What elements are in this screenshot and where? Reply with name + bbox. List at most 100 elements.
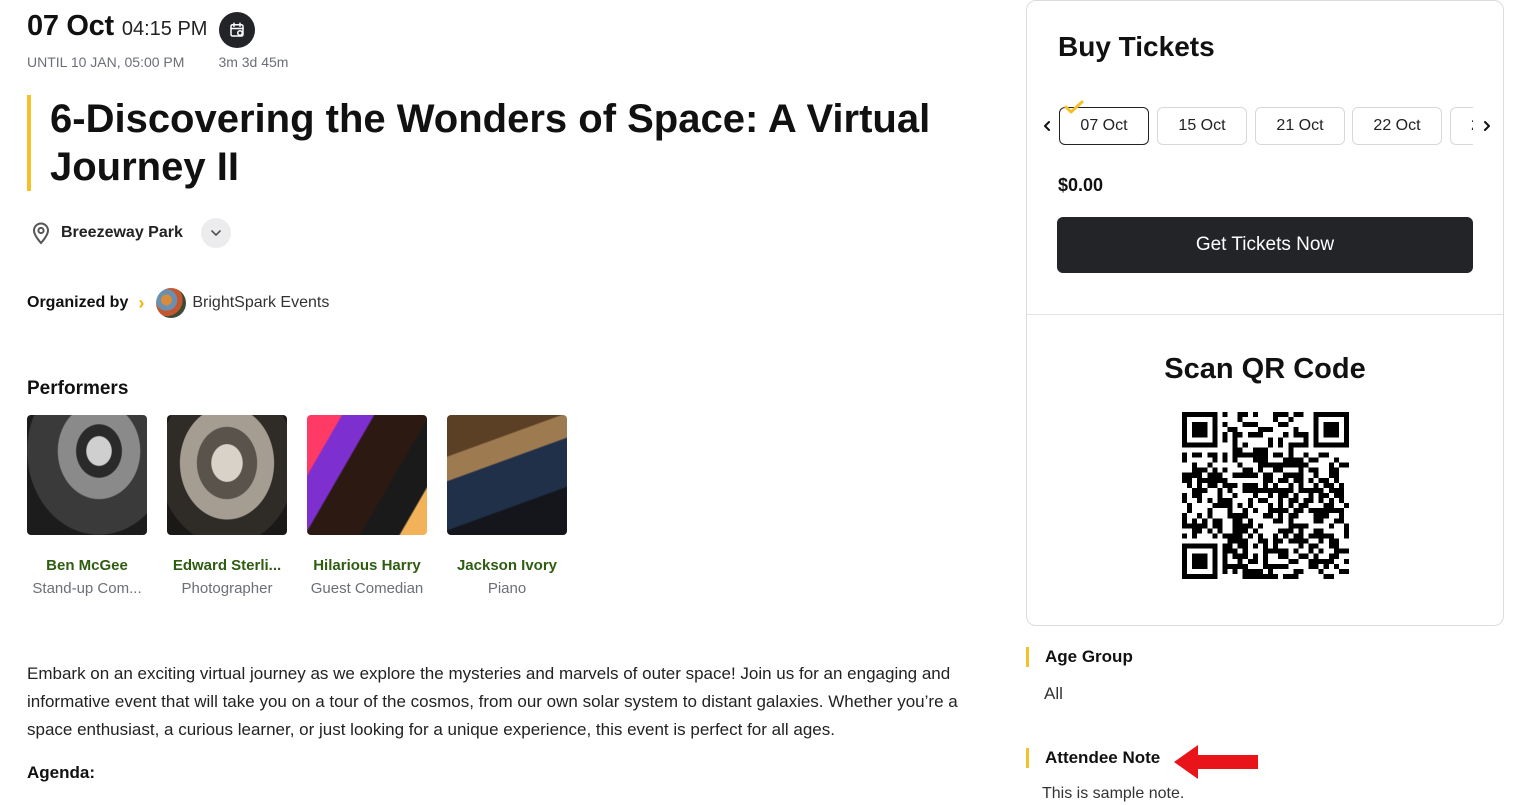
qr-module [1237, 472, 1243, 478]
qr-module [1252, 472, 1258, 478]
qr-module [1222, 558, 1228, 564]
qr-module [1283, 492, 1289, 499]
qr-module [1262, 477, 1269, 483]
qr-module [1308, 548, 1314, 554]
qr-module [1262, 513, 1269, 519]
qr-module [1247, 452, 1253, 458]
qr-module [1242, 452, 1248, 458]
chevron-down-icon [211, 230, 221, 236]
venue-name[interactable]: Breezeway Park [61, 224, 183, 242]
qr-module [1343, 503, 1349, 509]
performer-card[interactable]: Jackson Ivory Piano [447, 415, 567, 597]
event-title-block: 6-Discovering the Wonders of Space: A Vi… [27, 95, 977, 191]
qr-module [1187, 477, 1193, 483]
qr-module [1242, 573, 1248, 579]
qr-module [1313, 437, 1319, 443]
qr-module [1237, 447, 1243, 453]
qr-module [1257, 452, 1263, 458]
qr-module [1333, 518, 1339, 524]
qr-module [1242, 482, 1248, 488]
qr-module [1222, 503, 1228, 509]
qr-module [1323, 452, 1329, 458]
qr-module [1227, 538, 1233, 544]
qr-module [1288, 573, 1294, 579]
qr-module [1207, 482, 1213, 488]
qr-module [1247, 503, 1253, 509]
qr-module [1343, 568, 1349, 574]
qr-module [1313, 467, 1319, 473]
organizer-avatar[interactable] [156, 288, 187, 318]
qr-module [1303, 442, 1309, 448]
qr-module [1257, 538, 1263, 544]
qr-module [1293, 472, 1299, 478]
qr-module [1207, 528, 1213, 534]
date-chip-label: 15 Oct [1178, 117, 1226, 134]
qr-module [1318, 498, 1324, 504]
date-chip[interactable]: 22 Oct [1352, 107, 1442, 145]
qr-module [1343, 528, 1349, 534]
qr-module [1308, 492, 1314, 499]
qr-module [1283, 548, 1289, 554]
qr-module [1192, 553, 1198, 559]
qr-module [1227, 482, 1233, 488]
qr-module [1197, 472, 1203, 478]
performer-card[interactable]: Ben McGee Stand-up Com... [27, 415, 147, 597]
qr-module [1333, 553, 1339, 559]
qr-module [1222, 457, 1228, 463]
qr-module [1343, 432, 1349, 438]
qr-module [1237, 503, 1243, 509]
age-group-block: Age Group [1026, 647, 1133, 667]
qr-module [1278, 563, 1284, 569]
date-chip[interactable]: 2 [1450, 107, 1473, 145]
qr-module [1237, 432, 1243, 438]
qr-module [1288, 487, 1294, 493]
qr-module [1318, 487, 1324, 493]
performers-list: Ben McGee Stand-up Com... Edward Sterli.… [27, 415, 567, 597]
qr-module [1197, 492, 1203, 499]
organizer-name[interactable]: BrightSpark Events [192, 294, 329, 312]
qr-module [1257, 568, 1263, 574]
qr-module [1273, 538, 1279, 544]
performer-card[interactable]: Hilarious Harry Guest Comedian [307, 415, 427, 597]
performers-heading: Performers [27, 378, 129, 399]
qr-module [1182, 553, 1188, 559]
dates-next-button[interactable] [1477, 113, 1497, 139]
qr-module [1237, 462, 1243, 468]
qr-module [1202, 422, 1208, 428]
get-tickets-button[interactable]: Get Tickets Now [1057, 217, 1473, 273]
qr-module [1242, 528, 1248, 534]
qr-module [1328, 482, 1334, 488]
performer-card[interactable]: Edward Sterli... Photographer [167, 415, 287, 597]
qr-module [1328, 508, 1334, 514]
qr-module [1288, 558, 1294, 564]
date-chip[interactable]: 21 Oct [1255, 107, 1345, 145]
qr-module [1232, 553, 1238, 559]
qr-module [1252, 452, 1258, 458]
qr-module [1293, 513, 1299, 519]
date-chip[interactable]: 15 Oct [1157, 107, 1247, 145]
performer-photo [27, 415, 147, 535]
qr-module [1182, 558, 1188, 564]
qr-module [1333, 563, 1339, 569]
qr-module [1237, 563, 1243, 569]
qr-module [1242, 543, 1248, 549]
qr-module [1313, 427, 1319, 433]
dates-prev-button[interactable] [1037, 113, 1057, 139]
qr-module [1207, 573, 1213, 579]
qr-module [1288, 482, 1294, 488]
qr-module [1278, 538, 1284, 544]
qr-module [1217, 487, 1223, 493]
qr-module [1308, 467, 1314, 473]
qr-module [1232, 492, 1238, 499]
venue-row: Breezeway Park [27, 218, 231, 248]
qr-module [1293, 457, 1299, 463]
qr-module [1192, 467, 1198, 473]
qr-module [1207, 513, 1213, 519]
qr-module [1182, 513, 1188, 519]
add-to-calendar-button[interactable] [219, 12, 255, 48]
venue-expand-button[interactable] [200, 218, 231, 248]
qr-module [1197, 498, 1203, 504]
qr-module [1262, 553, 1269, 559]
qr-module [1278, 503, 1284, 509]
qr-module [1268, 548, 1274, 554]
